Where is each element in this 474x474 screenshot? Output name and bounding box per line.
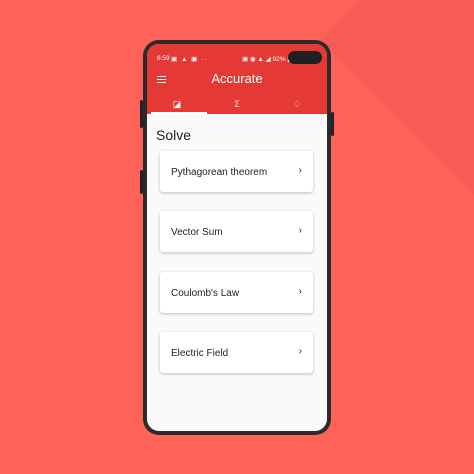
- list-item-label: Pythagorean theorem: [171, 167, 268, 178]
- sigma-icon: Σ: [234, 99, 240, 109]
- list-item-coulombs-law[interactable]: Coulomb's Law ›: [160, 272, 313, 313]
- list-item-pythagorean-theorem[interactable]: Pythagorean theorem ›: [160, 151, 313, 192]
- notification-icons: ▣ ▲ ▣ ··: [171, 56, 208, 63]
- app-title: Accurate: [211, 71, 263, 86]
- calculator-icon: ◪: [172, 99, 182, 109]
- chevron-right-icon: ›: [298, 346, 302, 357]
- volume-button: [140, 100, 143, 128]
- tab-tips[interactable]: ♢: [267, 94, 327, 114]
- chevron-right-icon: ›: [298, 286, 302, 297]
- section-title: Solve: [156, 127, 192, 143]
- status-right-indicators: ▣ ◉ ▲ ◢ 92% ▮: [242, 56, 291, 63]
- power-button: [331, 112, 334, 136]
- background-shadow: [320, 0, 474, 436]
- tab-bar: ◪ Σ ♢: [147, 94, 327, 114]
- list-item-label: Coulomb's Law: [171, 288, 240, 299]
- chevron-right-icon: ›: [298, 165, 302, 176]
- phone-frame: 6:59 ▣ ▲ ▣ ·· ▣ ◉ ▲ ◢ 92% ▮ Accurate ◪ Σ…: [140, 40, 334, 435]
- chevron-right-icon: ›: [298, 225, 302, 236]
- tab-calculator[interactable]: ◪: [147, 94, 207, 114]
- list-item-label: Vector Sum: [171, 227, 223, 238]
- list-item-label: Electric Field: [171, 348, 229, 359]
- list-item-electric-field[interactable]: Electric Field ›: [160, 332, 313, 373]
- tab-formulas[interactable]: Σ: [207, 94, 267, 114]
- status-bar: 6:59 ▣ ▲ ▣ ·· ▣ ◉ ▲ ◢ 92% ▮: [147, 44, 327, 64]
- bixby-button: [140, 170, 143, 194]
- status-time: 6:59: [157, 55, 170, 62]
- camera-cutout: [288, 51, 322, 64]
- list-item-vector-sum[interactable]: Vector Sum ›: [160, 211, 313, 252]
- lightbulb-icon: ♢: [292, 99, 302, 109]
- active-tab-indicator: [151, 112, 207, 114]
- phone-screen: 6:59 ▣ ▲ ▣ ·· ▣ ◉ ▲ ◢ 92% ▮ Accurate ◪ Σ…: [147, 44, 327, 431]
- app-bar: Accurate: [147, 64, 327, 94]
